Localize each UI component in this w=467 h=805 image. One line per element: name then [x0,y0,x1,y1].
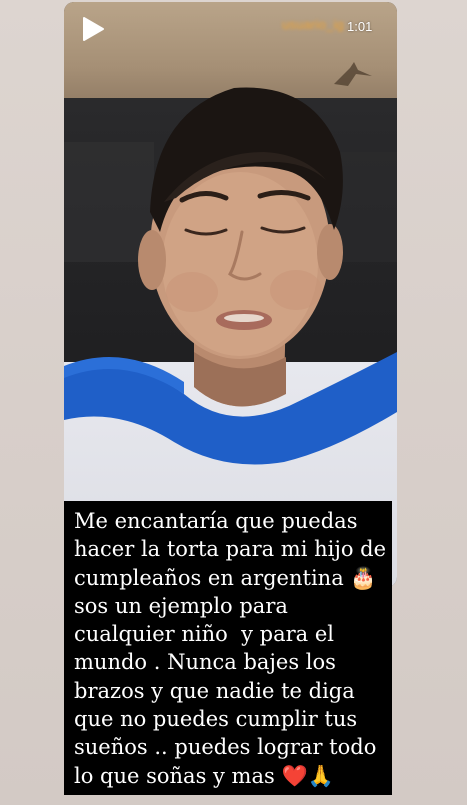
video-frame-person [64,87,397,465]
play-icon[interactable] [80,16,106,42]
caption-text: Me encantaría que puedas hacer la torta … [74,509,387,788]
story-screen: usuario_ig 1:01 Me encantaría que puedas… [0,0,467,805]
video-duration: 1:01 [347,19,373,34]
caption-box: Me encantaría que puedas hacer la torta … [64,501,392,795]
story-username[interactable]: usuario_ig [282,17,344,32]
video-player[interactable]: usuario_ig 1:01 [64,2,397,587]
